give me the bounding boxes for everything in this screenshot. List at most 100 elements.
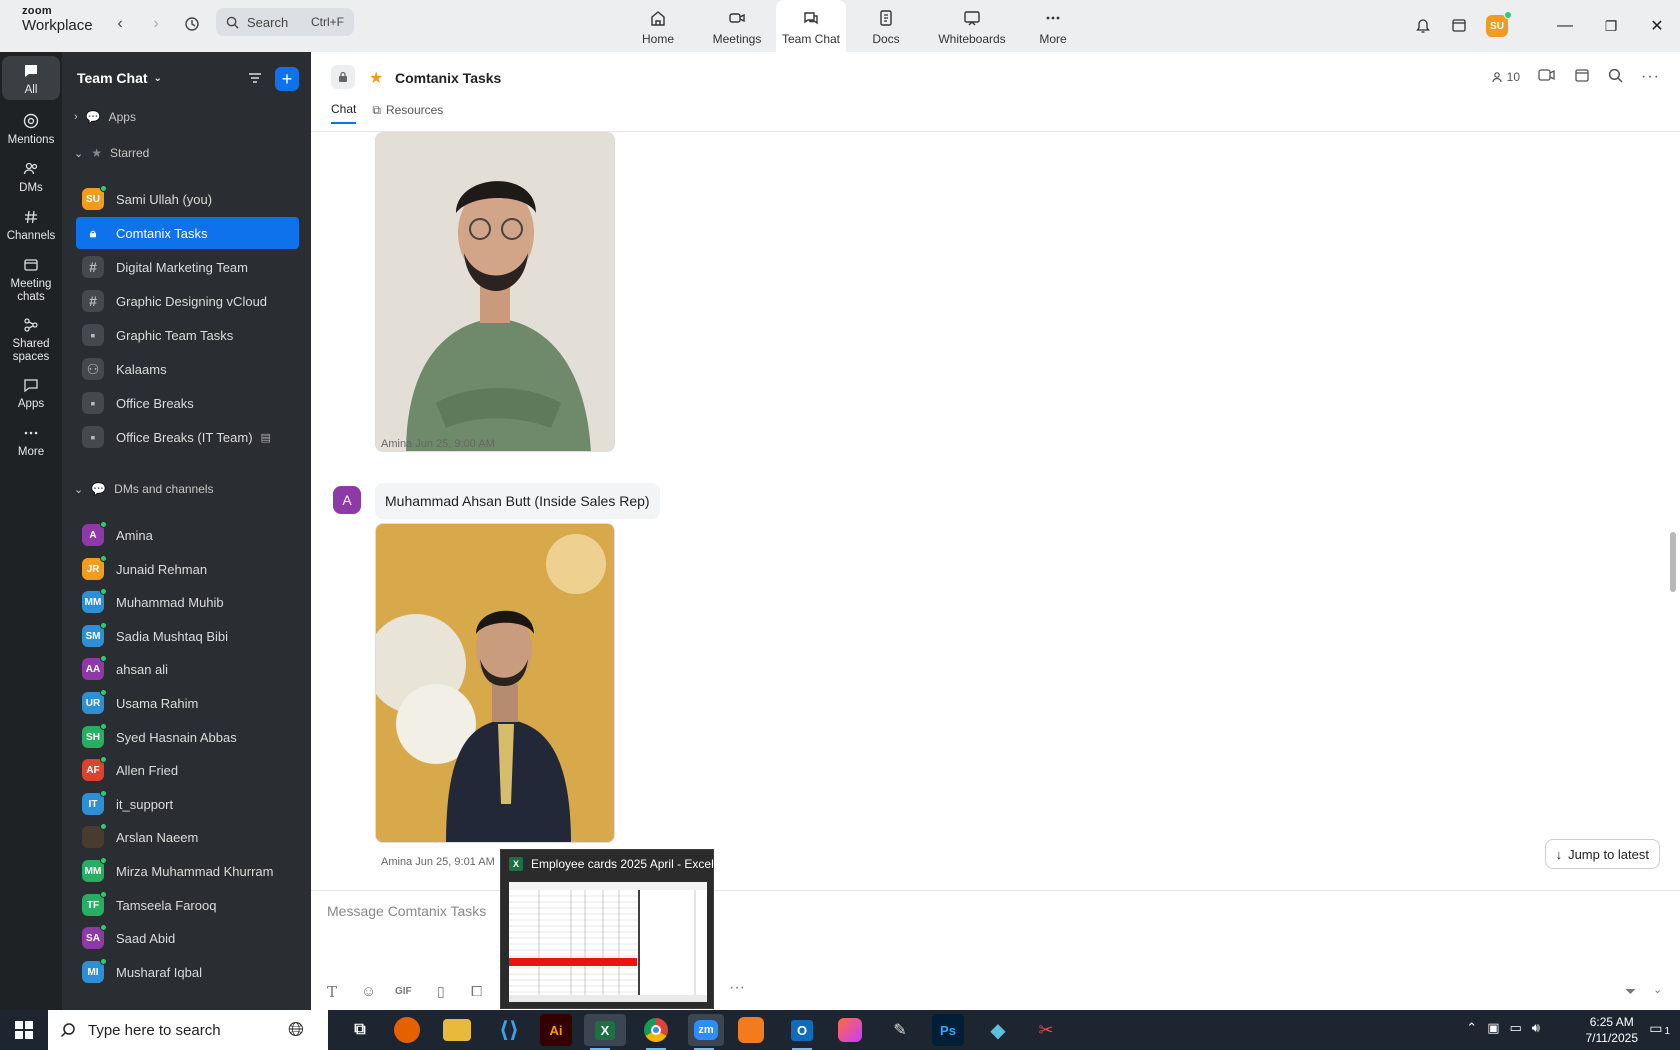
tab-chat[interactable]: Chat [331, 102, 357, 124]
screenshot-icon[interactable]: ⧠ [471, 983, 482, 1000]
sidebar-title[interactable]: Team Chat ⌄ [77, 70, 162, 86]
dm-item[interactable]: TF Tamseela Farooq [76, 889, 299, 921]
chevron-up-icon[interactable]: ⌃ [1466, 1020, 1477, 1036]
forward-icon[interactable]: › [144, 12, 168, 36]
task-view-icon[interactable]: ⧉ [344, 1014, 376, 1046]
section-starred[interactable]: ⌄ ★ Starred [74, 146, 149, 160]
more-dots-icon[interactable]: ··· [1641, 68, 1660, 86]
back-icon[interactable]: ‹ [108, 12, 132, 36]
rail-meeting-chats[interactable]: Meeting chats [2, 256, 60, 303]
list-item[interactable]: ▪ Graphic Team Tasks [76, 319, 299, 351]
filter-icon[interactable] [247, 70, 263, 89]
xampp-icon[interactable] [738, 1017, 764, 1043]
video-icon[interactable] [1538, 68, 1556, 85]
rail-channels[interactable]: Channels [2, 208, 60, 243]
list-item[interactable]: # Digital Marketing Team [76, 251, 299, 283]
dm-item[interactable]: A Amina [76, 519, 299, 551]
snipping-tool-icon[interactable]: ✂ [1030, 1014, 1062, 1046]
calendar-icon[interactable] [1450, 16, 1468, 37]
avatar[interactable]: A [333, 486, 361, 514]
tab-home[interactable]: Home [618, 0, 698, 52]
message-bubble[interactable]: Muhammad Ahsan Butt (Inside Sales Rep) [375, 483, 660, 519]
star-icon[interactable]: ★ [369, 68, 383, 88]
tab-resources[interactable]: ⧉ Resources [372, 102, 443, 124]
channel-title[interactable]: Comtanix Tasks [395, 70, 501, 86]
excel-taskbar-icon[interactable]: X [584, 1014, 626, 1050]
zoom-taskbar-icon[interactable]: zm [688, 1014, 724, 1050]
network-icon[interactable]: ▭ [1510, 1020, 1522, 1036]
taskbar-search[interactable]: Type here to search 🌐︎ [48, 1010, 328, 1050]
history-icon[interactable] [180, 12, 204, 36]
tab-team-chat[interactable]: Team Chat [776, 0, 846, 52]
close-icon[interactable]: ✕ [1634, 16, 1680, 36]
list-item[interactable]: ⚇ Kalaams [76, 353, 299, 385]
calendar-icon[interactable] [1574, 67, 1590, 86]
file-explorer-icon[interactable] [443, 1019, 471, 1041]
photoshop-icon[interactable]: Ps [932, 1014, 964, 1046]
rail-dms[interactable]: DMs [2, 160, 60, 195]
tab-whiteboards[interactable]: Whiteboards [926, 0, 1018, 52]
dm-item[interactable]: SM Sadia Mushtaq Bibi [76, 620, 299, 652]
dm-item[interactable]: AF Allen Fried [76, 754, 299, 786]
image-attachment[interactable] [375, 132, 615, 452]
list-item-selected[interactable]: 🔒︎ Comtanix Tasks [76, 217, 299, 249]
dm-item[interactable]: IT it_support [76, 788, 299, 820]
dm-item[interactable]: Arslan Naeem [76, 821, 299, 853]
clock[interactable]: 6:25 AM 7/11/2025 [1586, 1014, 1639, 1046]
volume-icon[interactable]: 🔊︎ [1532, 1020, 1540, 1036]
members-button[interactable]: 10 [1491, 70, 1520, 84]
dm-item[interactable]: MM Mirza Muhammad Khurram [76, 855, 299, 887]
search-icon[interactable] [1608, 68, 1623, 86]
dm-item[interactable]: AA ahsan ali [76, 653, 299, 685]
rail-all[interactable]: All [2, 56, 60, 100]
dm-item[interactable]: SA Saad Abid [76, 922, 299, 954]
gif-icon[interactable]: GIF [395, 986, 412, 997]
bell-icon[interactable] [1414, 16, 1432, 37]
dm-item[interactable]: JR Junaid Rehman [76, 553, 299, 585]
pen-tool-icon[interactable]: ✎ [884, 1014, 916, 1046]
rail-shared-spaces[interactable]: Shared spaces [2, 316, 60, 363]
section-apps[interactable]: › 💬 Apps [74, 110, 136, 124]
illustrator-icon[interactable]: Ai [540, 1014, 572, 1046]
diamond-app-icon[interactable]: ◆ [982, 1014, 1014, 1046]
search-bar[interactable]: Search Ctrl+F [216, 8, 354, 36]
list-item[interactable]: SU Sami Ullah (you) [76, 183, 299, 215]
firefox-icon[interactable] [394, 1017, 420, 1043]
scrollbar-thumb[interactable] [1670, 532, 1676, 592]
dm-item[interactable]: MM Muhammad Muhib [76, 586, 299, 618]
new-chat-button[interactable]: + [275, 67, 299, 91]
list-item[interactable]: # Graphic Designing vCloud [76, 285, 299, 317]
more-dots-icon[interactable]: ··· [729, 979, 745, 997]
dm-item[interactable]: MI Musharaf Iqbal [76, 956, 299, 988]
meet-now-icon[interactable]: ▣ [1487, 1020, 1499, 1036]
list-item[interactable]: ▪ Office Breaks [76, 387, 299, 419]
restore-icon[interactable]: ❐ [1588, 18, 1634, 35]
image-attachment[interactable] [375, 523, 615, 843]
minimize-icon[interactable]: — [1542, 17, 1588, 35]
rail-more[interactable]: More [2, 424, 60, 459]
file-icon[interactable]: ▯ [437, 983, 445, 1000]
chevron-down-icon[interactable]: ⌄ [1653, 983, 1662, 996]
send-options-icon[interactable]: ⏷ [1625, 983, 1636, 1000]
text-format-icon[interactable]: T [327, 983, 337, 1001]
vscode-icon[interactable]: ⟨⟩ [493, 1014, 525, 1046]
tab-docs[interactable]: Docs [846, 0, 926, 52]
notification-center[interactable]: ▭ 1 [1649, 1020, 1670, 1037]
windows-start-icon[interactable] [14, 1020, 34, 1043]
outlook-icon[interactable]: O [786, 1014, 818, 1050]
section-dms[interactable]: ⌄ 💬 DMs and channels [74, 482, 214, 496]
list-item[interactable]: ▪ Office Breaks (IT Team) ▤ [76, 421, 299, 453]
jump-to-latest-button[interactable]: ↓ Jump to latest [1544, 839, 1660, 869]
creative-cloud-icon[interactable] [834, 1014, 866, 1046]
tab-more[interactable]: More [1018, 0, 1088, 52]
taskbar-preview-popup[interactable]: X Employee cards 2025 April - Excel [500, 849, 714, 1009]
rail-mentions[interactable]: Mentions [2, 112, 60, 147]
tab-meetings[interactable]: Meetings [698, 0, 776, 52]
chrome-icon[interactable] [640, 1014, 672, 1050]
dm-item[interactable]: SH Syed Hasnain Abbas [76, 721, 299, 753]
at-icon [23, 113, 39, 129]
user-avatar[interactable]: SU [1486, 11, 1512, 37]
rail-apps[interactable]: Apps [2, 376, 60, 411]
dm-item[interactable]: UR Usama Rahim [76, 687, 299, 719]
emoji-icon[interactable]: ☺ [361, 983, 376, 1000]
